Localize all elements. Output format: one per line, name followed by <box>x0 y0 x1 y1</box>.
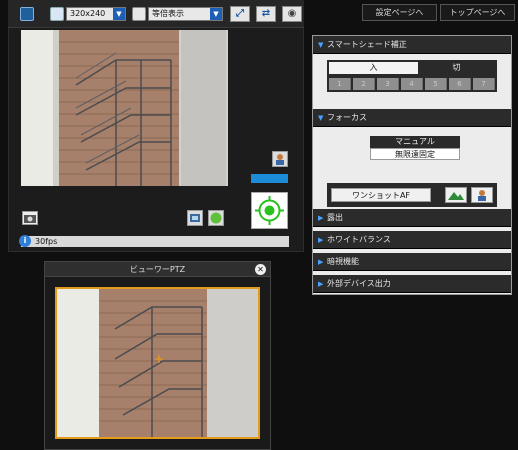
smart-shade-on-button[interactable]: 入 <box>329 62 418 74</box>
portrait-focus-button[interactable] <box>471 187 493 203</box>
ptz-title: ビューワーPTZ <box>129 265 186 274</box>
chevron-down-icon: ▼ <box>113 8 125 20</box>
screen-icon <box>190 214 200 222</box>
home-position-button[interactable] <box>187 210 203 226</box>
close-icon[interactable]: ✕ <box>255 264 266 275</box>
camera-settings-panel: ▼ スマートシェード補正 入 切 1 2 3 4 5 6 7 ▼ フォーカス マ… <box>312 35 512 295</box>
smart-shade-title: スマートシェード補正 <box>327 40 407 49</box>
info-icon[interactable]: i <box>19 235 31 247</box>
chevron-right-icon: ▶ <box>318 280 324 288</box>
exposure-title: 露出 <box>327 213 343 222</box>
top-page-link[interactable]: トップページへ <box>440 4 515 21</box>
chevron-right-icon: ▶ <box>318 236 324 244</box>
chevron-right-icon: ▶ <box>318 214 324 222</box>
fps-status-bar: i 30fps <box>19 235 289 247</box>
ptz-viewer-window[interactable]: ビューワーPTZ ✕ <box>44 261 271 450</box>
level-4-button[interactable]: 4 <box>401 78 423 90</box>
display-mode-select[interactable]: 等倍表示 ▼ <box>148 7 223 21</box>
level-2-button[interactable]: 2 <box>353 78 375 90</box>
landscape-focus-button[interactable] <box>445 187 467 203</box>
building-stairs-image <box>21 30 228 186</box>
smart-shade-header[interactable]: ▼ スマートシェード補正 <box>313 36 511 54</box>
fit-screen-button[interactable]: ⤢ <box>230 6 250 22</box>
chevron-down-icon: ▼ <box>318 114 324 122</box>
ptz-title-bar[interactable]: ビューワーPTZ ✕ <box>45 262 270 277</box>
level-3-button[interactable]: 3 <box>377 78 399 90</box>
dark-view-header[interactable]: ▶ 暗視機能 <box>313 253 511 271</box>
display-mode-value: 等倍表示 <box>152 9 184 18</box>
smart-shade-off-button[interactable]: 切 <box>418 62 495 74</box>
building-stairs-preview <box>57 289 258 437</box>
focus-body: マニュアル 無限遠固定 ワンショットAF <box>313 127 511 209</box>
one-shot-af-button[interactable]: ワンショットAF <box>331 188 431 202</box>
focus-header[interactable]: ▼ フォーカス <box>313 109 511 127</box>
ptz-target-button[interactable] <box>251 192 288 229</box>
zoom-mode-icon <box>132 7 146 21</box>
chevron-down-icon: ▼ <box>318 41 324 49</box>
chevron-right-icon: ▶ <box>318 258 324 266</box>
person-icon <box>478 190 486 201</box>
snapshot-settings-button[interactable]: ◉ <box>282 6 302 22</box>
infinity-focus-button[interactable]: 無限遠固定 <box>370 148 460 160</box>
person-icon <box>276 154 284 165</box>
camera-icon <box>24 215 36 223</box>
one-shot-af-row: ワンショットAF <box>327 183 497 207</box>
exposure-header[interactable]: ▶ 露出 <box>313 209 511 227</box>
level-1-button[interactable]: 1 <box>329 78 351 90</box>
manual-focus-button[interactable]: マニュアル <box>370 136 460 148</box>
resolution-select[interactable]: 320x240 ▼ <box>66 7 126 21</box>
record-status-button[interactable] <box>208 210 224 226</box>
external-output-header[interactable]: ▶ 外部デバイス出力 <box>313 275 511 293</box>
camera-image[interactable] <box>21 30 228 186</box>
swap-button[interactable]: ⇄ <box>256 6 276 22</box>
sd-card-icon[interactable] <box>20 7 34 21</box>
blue-indicator-bar <box>251 174 288 183</box>
person-zoom-button[interactable] <box>272 151 288 167</box>
resolution-icon <box>50 7 64 21</box>
external-output-title: 外部デバイス出力 <box>327 279 391 288</box>
smart-shade-body: 入 切 1 2 3 4 5 6 7 <box>313 54 511 100</box>
page-links: 設定ページへ トップページへ <box>362 4 516 21</box>
level-5-button[interactable]: 5 <box>425 78 447 90</box>
resolution-value: 320x240 <box>70 9 106 18</box>
green-circle-icon <box>210 212 222 224</box>
focus-title: フォーカス <box>327 113 367 122</box>
white-balance-header[interactable]: ▶ ホワイトバランス <box>313 231 511 249</box>
target-icon <box>255 196 284 225</box>
ptz-preview-image[interactable] <box>55 287 260 439</box>
viewer-toolbar: 320x240 ▼ 等倍表示 ▼ ⤢ ⇄ ◉ <box>8 0 304 28</box>
smart-shade-controls: 入 切 1 2 3 4 5 6 7 <box>327 60 497 92</box>
white-balance-title: ホワイトバランス <box>327 235 391 244</box>
chevron-down-icon: ▼ <box>210 8 222 20</box>
level-6-button[interactable]: 6 <box>449 78 471 90</box>
settings-page-link[interactable]: 設定ページへ <box>362 4 437 21</box>
camera-snapshot-button[interactable] <box>22 211 38 225</box>
fps-text: 30fps <box>35 237 58 246</box>
mountain-icon <box>448 192 464 200</box>
dark-view-title: 暗視機能 <box>327 257 359 266</box>
level-7-button[interactable]: 7 <box>473 78 495 90</box>
